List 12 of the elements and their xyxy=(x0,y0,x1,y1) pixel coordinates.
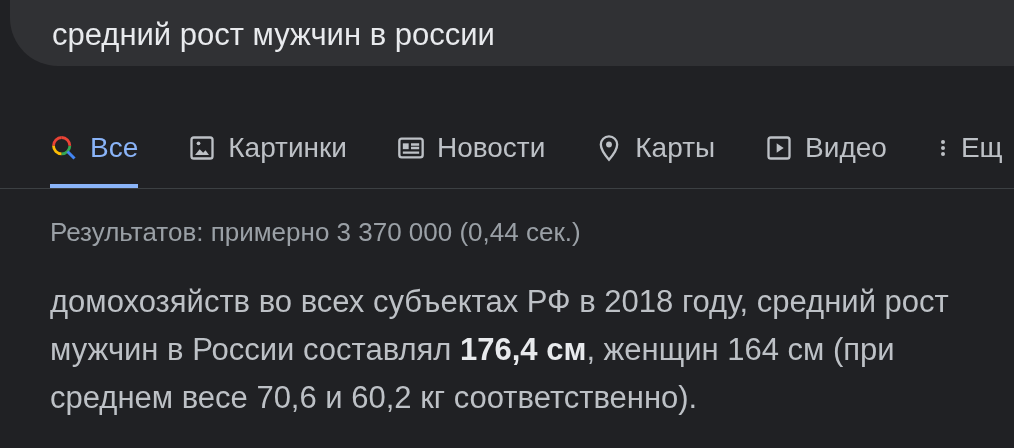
tab[interactable]: Ещ xyxy=(936,122,1003,188)
result-stats: Результатов: примерно 3 370 000 (0,44 сек.) xyxy=(50,217,582,248)
result-snippet: домохозяйств во всех субъектах РФ в 2018 году, средний рост мужчин в России составлял 176,4 см, женщин 164 см (при среднем весе 70,6 и 60,2 кг соответственно). xyxy=(50,283,950,417)
tab[interactable]: Видео xyxy=(765,122,887,188)
tab[interactable]: Новости xyxy=(396,122,546,188)
image-icon xyxy=(188,134,217,162)
tab[interactable]: Карты xyxy=(595,122,716,188)
play-icon xyxy=(765,134,794,162)
search-icon xyxy=(50,134,78,162)
search-field[interactable]: средний рост мужчин в россии xyxy=(10,0,1014,66)
tab[interactable]: Картинки xyxy=(188,122,347,188)
tab[interactable]: Все xyxy=(50,122,139,188)
